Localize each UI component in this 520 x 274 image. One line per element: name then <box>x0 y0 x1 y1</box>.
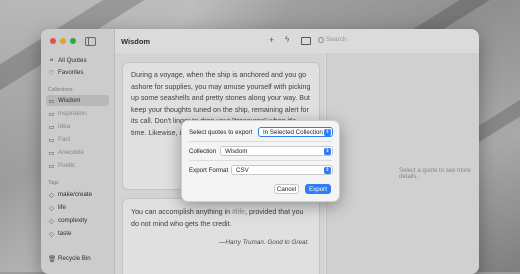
cancel-button[interactable]: Cancel <box>274 184 299 194</box>
export-format-popup[interactable]: CSV ⇕ <box>231 165 333 175</box>
collection-popup[interactable]: Wisdom ⇕ <box>220 146 333 156</box>
export-format-label: Export Format <box>189 167 229 174</box>
select-quotes-popup[interactable]: In Selected Collection ⇕ <box>258 127 333 137</box>
chevron-updown-icon: ⇕ <box>324 129 331 136</box>
divider <box>189 160 332 161</box>
select-quotes-label: Select quotes to export <box>189 129 253 136</box>
collection-label: Collection <box>189 148 217 155</box>
export-dialog: Select quotes to export In Selected Coll… <box>181 120 340 202</box>
export-button[interactable]: Export <box>305 184 331 194</box>
divider <box>189 141 332 142</box>
chevron-updown-icon: ⇕ <box>324 148 331 155</box>
chevron-updown-icon: ⇕ <box>324 167 331 174</box>
